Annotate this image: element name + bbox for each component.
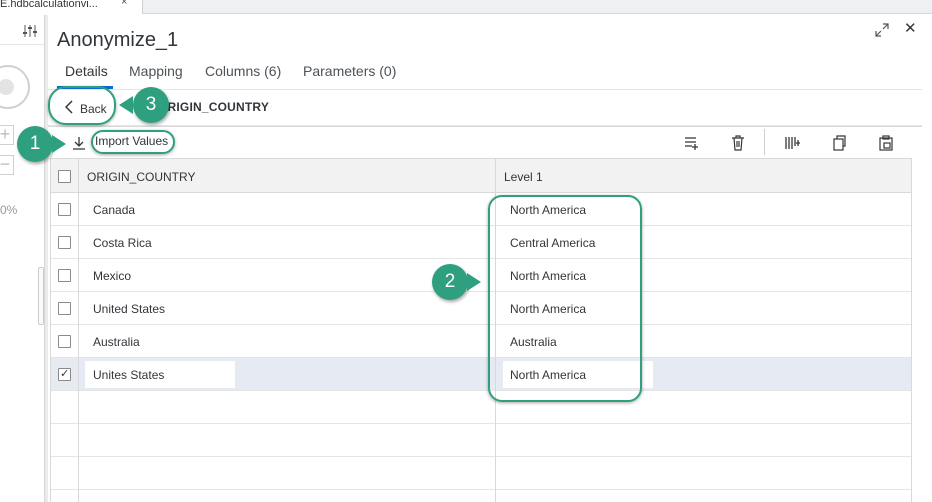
toolbar-divider — [764, 129, 765, 155]
delete-icon[interactable] — [729, 134, 747, 152]
table-row[interactable]: Canada North America — [51, 193, 911, 226]
tab-details[interactable]: Details — [65, 63, 108, 79]
expand-icon[interactable] — [875, 23, 889, 37]
row-checkbox[interactable] — [58, 236, 71, 249]
origin-cell[interactable]: United States — [93, 302, 165, 316]
back-highlight — [48, 86, 116, 125]
zoom-out-button[interactable]: − — [0, 155, 14, 175]
table-row[interactable]: Australia Australia — [51, 325, 911, 358]
tab-parameters[interactable]: Parameters (0) — [303, 63, 396, 79]
table-row[interactable]: Mexico North America — [51, 259, 911, 292]
row-checkbox[interactable] — [58, 302, 71, 315]
origin-cell[interactable]: Mexico — [93, 269, 131, 283]
table-row[interactable]: United States North America — [51, 292, 911, 325]
canvas-strip: + − 0% — [0, 15, 44, 502]
column-header-origin: ORIGIN_COUNTRY — [87, 170, 196, 184]
back-row: Back ORIGIN_COUNTRY — [48, 90, 922, 126]
table-row-empty — [51, 424, 911, 457]
editor-tab-strip: E.hdbcalculationvi... × — [0, 0, 932, 14]
table-row-empty — [51, 457, 911, 490]
table-row[interactable]: Costa Rica Central America — [51, 226, 911, 259]
origin-cell[interactable]: Unites States — [93, 368, 164, 382]
callout-3-pointer — [119, 96, 133, 114]
table-header: ORIGIN_COUNTRY Level 1 — [51, 158, 911, 193]
hierarchy-toolbar: Import Values — [48, 126, 922, 158]
copy-icon[interactable] — [830, 134, 848, 152]
canvas-toolbar — [0, 15, 44, 45]
table-row-empty — [51, 391, 911, 424]
close-icon[interactable]: ✕ — [904, 19, 917, 37]
editor-tab[interactable]: E.hdbcalculationvi... × — [0, 0, 143, 14]
editor-tab-title: E.hdbcalculationvi... — [0, 0, 98, 10]
selection-column-divider — [78, 158, 79, 502]
origin-cell[interactable]: Australia — [93, 335, 140, 349]
callout-3: 3 — [133, 87, 169, 123]
select-all-checkbox[interactable] — [58, 170, 71, 183]
callout-1: 1 — [17, 126, 53, 162]
details-panel: Anonymize_1 ✕ Details Mapping Columns (6… — [48, 15, 922, 502]
panel-title: Anonymize_1 — [57, 29, 179, 51]
tune-icon[interactable] — [22, 25, 38, 37]
callout-1-pointer — [52, 135, 66, 153]
tab-mapping[interactable]: Mapping — [129, 63, 183, 79]
level1-highlight — [488, 195, 642, 402]
tab-columns[interactable]: Columns (6) — [205, 63, 281, 79]
paste-icon[interactable] — [877, 134, 895, 152]
callout-2: 2 — [432, 264, 468, 300]
row-checkbox[interactable] — [58, 269, 71, 282]
column-header-level1: Level 1 — [504, 170, 543, 184]
add-row-icon[interactable] — [682, 134, 700, 152]
callout-2-pointer — [467, 273, 481, 291]
value-hierarchy-table: ORIGIN_COUNTRY Level 1 Canada North Amer… — [50, 158, 912, 502]
table-row-selected[interactable]: Unites States North America — [51, 358, 911, 391]
origin-cell[interactable]: Canada — [93, 203, 135, 217]
selected-column-title: ORIGIN_COUNTRY — [158, 100, 270, 114]
column-settings-icon[interactable] — [784, 134, 802, 152]
row-checkbox[interactable] — [58, 335, 71, 348]
zoom-level: 0% — [0, 203, 18, 217]
download-icon[interactable] — [72, 136, 86, 150]
import-highlight — [91, 130, 175, 154]
zoom-in-button[interactable]: + — [0, 125, 14, 145]
origin-cell[interactable]: Costa Rica — [93, 236, 152, 250]
row-checkbox[interactable] — [58, 203, 71, 216]
editor-tab-close-icon[interactable]: × — [121, 0, 127, 8]
row-checkbox-checked[interactable] — [58, 367, 71, 381]
